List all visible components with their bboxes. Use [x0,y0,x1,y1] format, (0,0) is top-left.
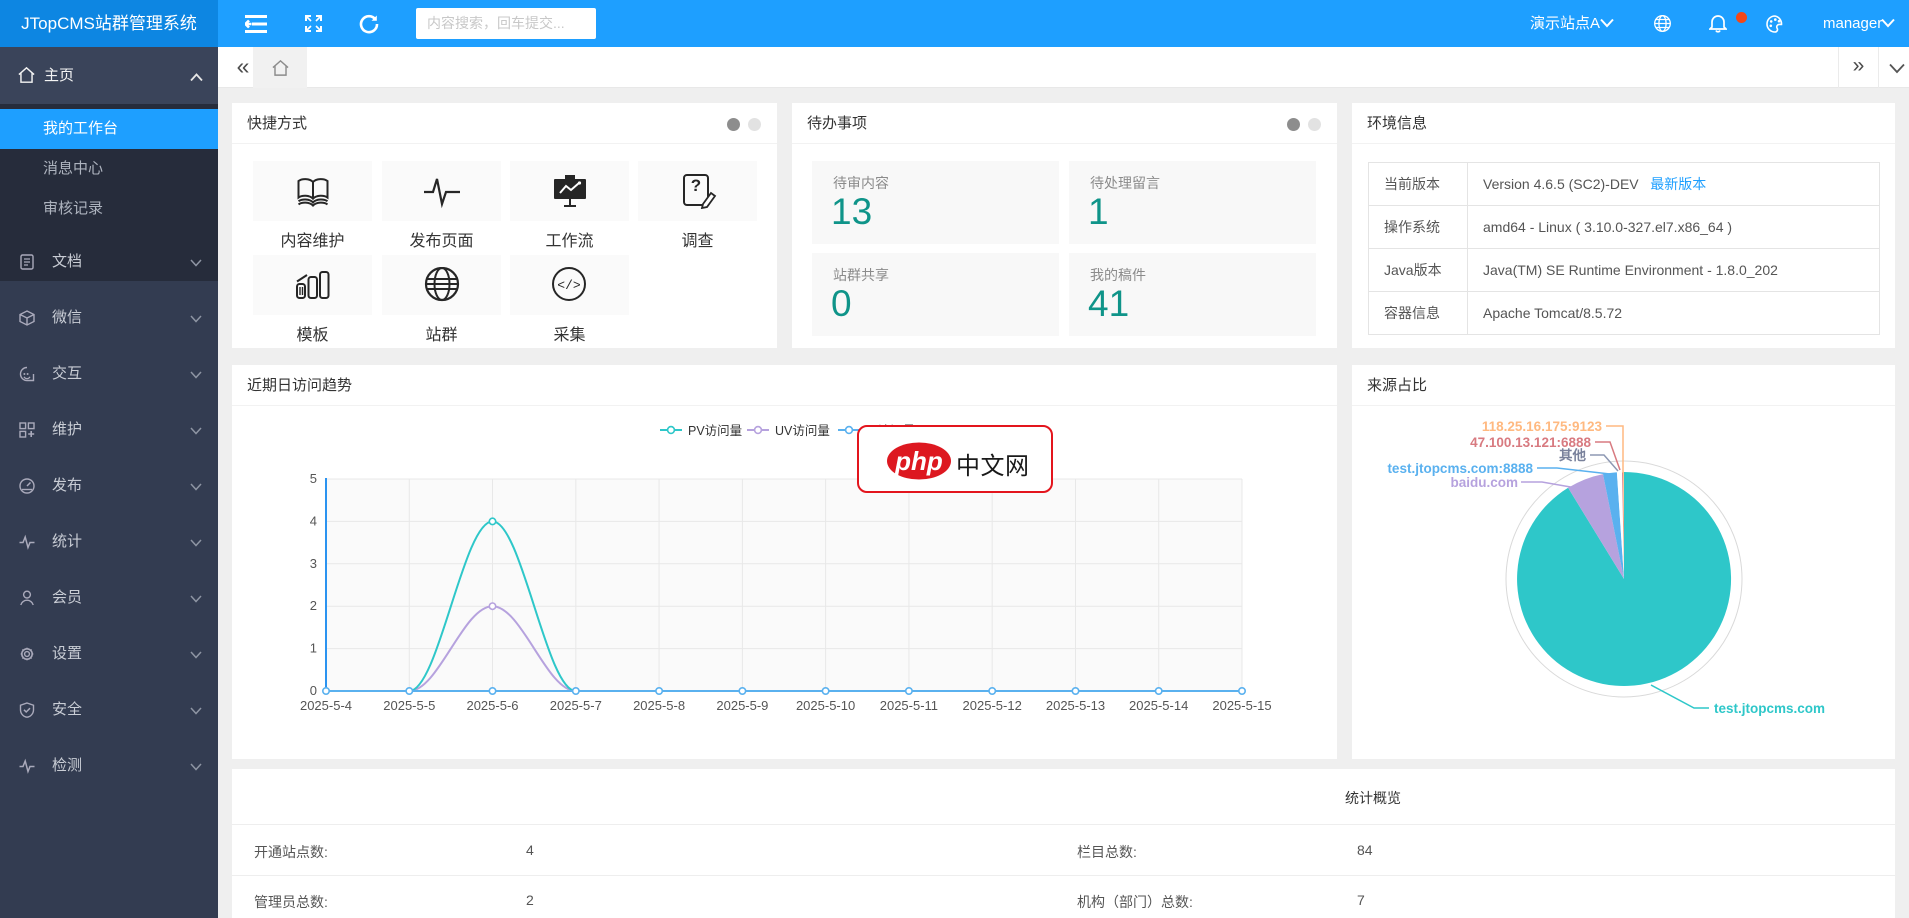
svg-text:1: 1 [310,641,317,656]
svg-text:2025-5-5: 2025-5-5 [383,698,435,713]
svg-text:test.jtopcms.com:8888: test.jtopcms.com:8888 [1387,461,1533,476]
svg-text:php: php [894,446,943,476]
svg-text:2025-5-14: 2025-5-14 [1129,698,1188,713]
svg-text:test.jtopcms.com: test.jtopcms.com [1714,701,1825,716]
svg-text:2: 2 [310,598,317,613]
svg-text:2025-5-10: 2025-5-10 [796,698,855,713]
svg-text:2025-5-7: 2025-5-7 [550,698,602,713]
svg-text:其他: 其他 [1559,447,1587,463]
svg-text:PV访问量: PV访问量 [688,424,742,438]
svg-text:2025-5-12: 2025-5-12 [963,698,1022,713]
svg-text:5: 5 [310,471,317,486]
svg-text:2025-5-6: 2025-5-6 [466,698,518,713]
svg-text:118.25.16.175:9123: 118.25.16.175:9123 [1482,419,1603,434]
svg-text:0: 0 [310,683,317,698]
svg-text:2025-5-8: 2025-5-8 [633,698,685,713]
svg-text:baidu.com: baidu.com [1450,475,1518,490]
svg-text:2025-5-15: 2025-5-15 [1212,698,1271,713]
svg-text:2025-5-4: 2025-5-4 [300,698,352,713]
svg-text:2025-5-11: 2025-5-11 [880,698,938,713]
svg-text:4: 4 [310,513,317,528]
svg-text:?: ? [690,176,700,195]
svg-text:</>: </> [557,278,581,293]
svg-text:3: 3 [310,556,317,571]
svg-text:2025-5-9: 2025-5-9 [716,698,768,713]
svg-text:中文网: 中文网 [956,453,1030,480]
svg-text:UV访问量: UV访问量 [775,424,830,438]
svg-text:2025-5-13: 2025-5-13 [1046,698,1105,713]
